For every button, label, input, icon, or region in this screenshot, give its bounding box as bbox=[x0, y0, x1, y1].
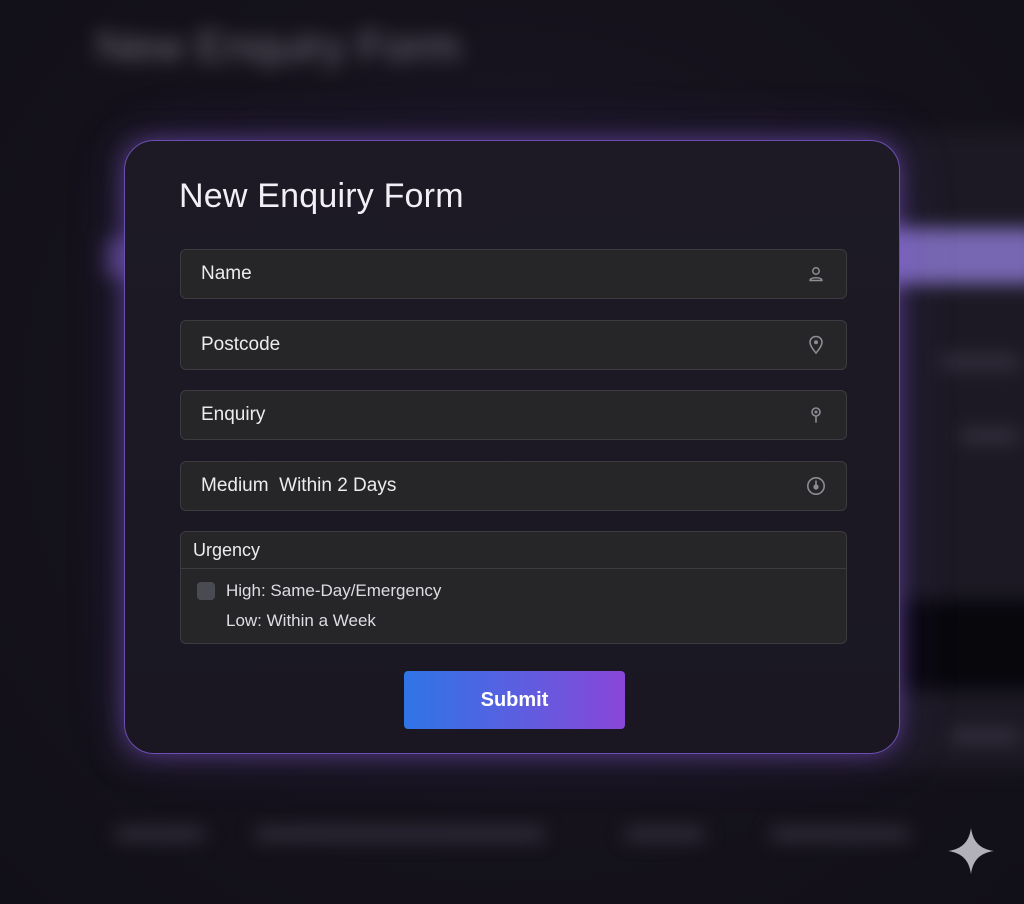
background-line bbox=[950, 730, 1020, 742]
background-page-title: New Enquiry Form bbox=[96, 22, 461, 71]
urgency-heading: Urgency bbox=[181, 532, 846, 569]
name-field[interactable]: Name bbox=[180, 249, 847, 299]
urgency-high-checkbox[interactable] bbox=[197, 582, 215, 600]
background-line bbox=[770, 828, 910, 840]
user-icon bbox=[806, 264, 826, 284]
enquiry-field[interactable]: Enquiry bbox=[180, 390, 847, 440]
urgency-options-panel: Urgency High: Same-Day/Emergency Low: Wi… bbox=[180, 531, 847, 644]
background-line bbox=[625, 828, 705, 840]
background-accent-bar bbox=[880, 228, 1024, 284]
name-field-label: Name bbox=[201, 263, 252, 284]
background-line bbox=[960, 430, 1020, 442]
postcode-field[interactable]: Postcode bbox=[180, 320, 847, 370]
sparkle-icon bbox=[948, 828, 994, 874]
background-dark-block bbox=[900, 600, 1024, 690]
app-stage: New Enquiry Form New Enquiry Form Name P… bbox=[0, 0, 1024, 904]
submit-button[interactable]: Submit bbox=[404, 671, 625, 729]
pin-icon bbox=[806, 405, 826, 425]
map-pin-icon bbox=[806, 335, 826, 355]
clock-icon bbox=[806, 476, 826, 496]
background-line bbox=[940, 356, 1020, 368]
urgency-option-low-label: Low: Within a Week bbox=[226, 611, 376, 630]
urgency-option-low[interactable]: Low: Within a Week bbox=[226, 611, 376, 631]
enquiry-field-label: Enquiry bbox=[201, 404, 266, 425]
urgency-option-high[interactable]: High: Same-Day/Emergency bbox=[197, 581, 441, 601]
urgency-option-high-label: High: Same-Day/Emergency bbox=[226, 581, 442, 600]
urgency-select[interactable]: Medium Within 2 Days bbox=[180, 461, 847, 511]
form-title: New Enquiry Form bbox=[179, 177, 464, 215]
enquiry-form-card: New Enquiry Form Name Postcode Enquiry M… bbox=[124, 140, 900, 754]
background-line bbox=[255, 828, 545, 840]
urgency-select-value: Medium Within 2 Days bbox=[201, 475, 397, 496]
postcode-field-label: Postcode bbox=[201, 334, 281, 355]
background-line bbox=[115, 828, 205, 840]
